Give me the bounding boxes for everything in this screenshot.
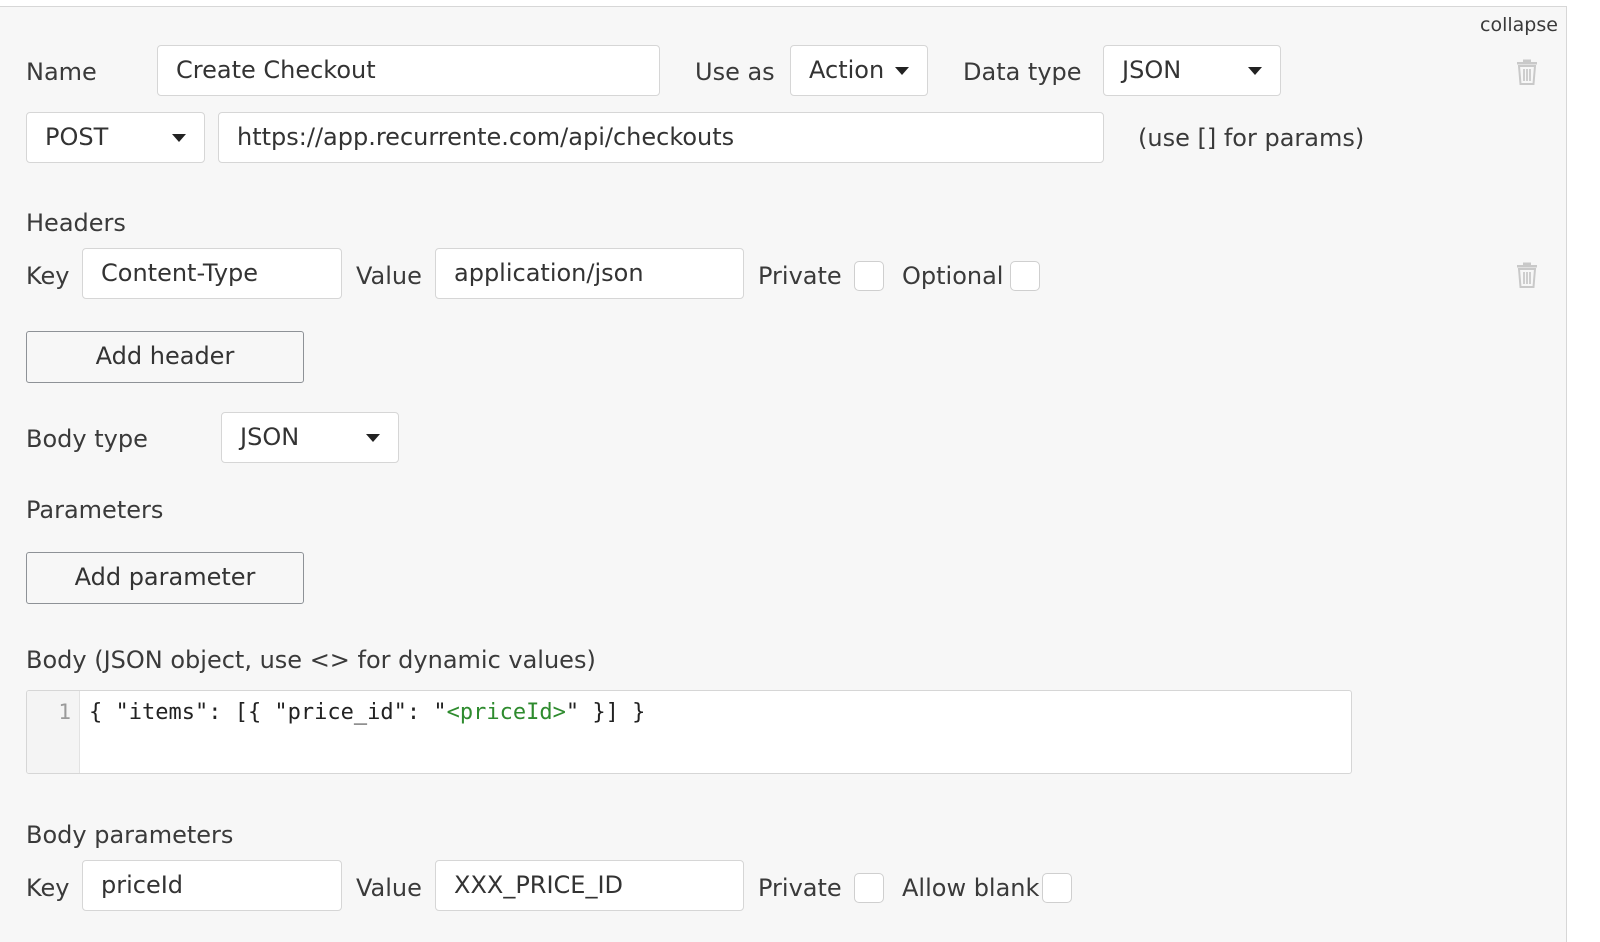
chevron-down-icon	[895, 67, 909, 75]
data-type-value: JSON	[1122, 56, 1182, 84]
add-header-button[interactable]: Add header	[26, 331, 304, 383]
code-text: " }] }	[565, 700, 646, 725]
chevron-down-icon	[172, 134, 186, 142]
header-optional-checkbox[interactable]	[1010, 261, 1040, 291]
body-code-editor[interactable]: 1 { "items": [{ "price_id": "<priceId>" …	[26, 690, 1352, 774]
use-as-label: Use as	[695, 58, 775, 86]
name-input[interactable]: Create Checkout	[157, 45, 660, 96]
chevron-down-icon	[366, 434, 380, 442]
chevron-down-icon	[1248, 67, 1262, 75]
header-optional-label: Optional	[902, 262, 1004, 290]
line-number: 1	[58, 700, 71, 724]
data-type-select[interactable]: JSON	[1103, 45, 1281, 96]
body-param-value-label: Value	[356, 874, 422, 902]
code-line: { "items": [{ "price_id": "<priceId>" }]…	[89, 700, 645, 725]
method-value: POST	[45, 123, 109, 151]
body-parameters-section-title: Body parameters	[26, 821, 234, 849]
editor-gutter: 1	[27, 691, 80, 773]
dynamic-value-token: <priceId>	[446, 700, 566, 725]
body-param-allow-blank-label: Allow blank	[902, 874, 1040, 902]
header-private-checkbox[interactable]	[854, 261, 884, 291]
name-label: Name	[26, 58, 97, 86]
parameters-section-title: Parameters	[26, 496, 164, 524]
url-input[interactable]: https://app.recurrente.com/api/checkouts	[218, 112, 1104, 163]
header-value-label: Value	[356, 262, 422, 290]
header-value-input[interactable]: application/json	[435, 248, 744, 299]
use-as-select[interactable]: Action	[790, 45, 928, 96]
add-parameter-button[interactable]: Add parameter	[26, 552, 304, 604]
body-param-private-label: Private	[758, 874, 842, 902]
api-call-panel: collapse Name Create Checkout Use as Act…	[0, 6, 1567, 942]
body-section-title: Body (JSON object, use <> for dynamic va…	[26, 646, 596, 674]
headers-section-title: Headers	[26, 209, 126, 237]
body-param-key-input[interactable]: priceId	[82, 860, 342, 911]
url-params-hint: (use [] for params)	[1138, 124, 1365, 152]
body-param-key-label: Key	[26, 874, 70, 902]
body-param-value-input[interactable]: XXX_PRICE_ID	[435, 860, 744, 911]
body-param-allow-blank-checkbox[interactable]	[1042, 873, 1072, 903]
header-key-label: Key	[26, 262, 70, 290]
use-as-value: Action	[809, 56, 885, 84]
trash-icon[interactable]	[1516, 59, 1538, 85]
body-type-select[interactable]: JSON	[221, 412, 399, 463]
trash-icon[interactable]	[1516, 262, 1538, 288]
code-text: { "items": [{ "price_id": "	[89, 700, 447, 725]
data-type-label: Data type	[963, 58, 1082, 86]
body-type-value: JSON	[240, 423, 300, 451]
header-private-label: Private	[758, 262, 842, 290]
collapse-link[interactable]: collapse	[1480, 10, 1558, 40]
header-key-input[interactable]: Content-Type	[82, 248, 342, 299]
method-select[interactable]: POST	[26, 112, 205, 163]
body-param-private-checkbox[interactable]	[854, 873, 884, 903]
body-type-label: Body type	[26, 425, 148, 453]
